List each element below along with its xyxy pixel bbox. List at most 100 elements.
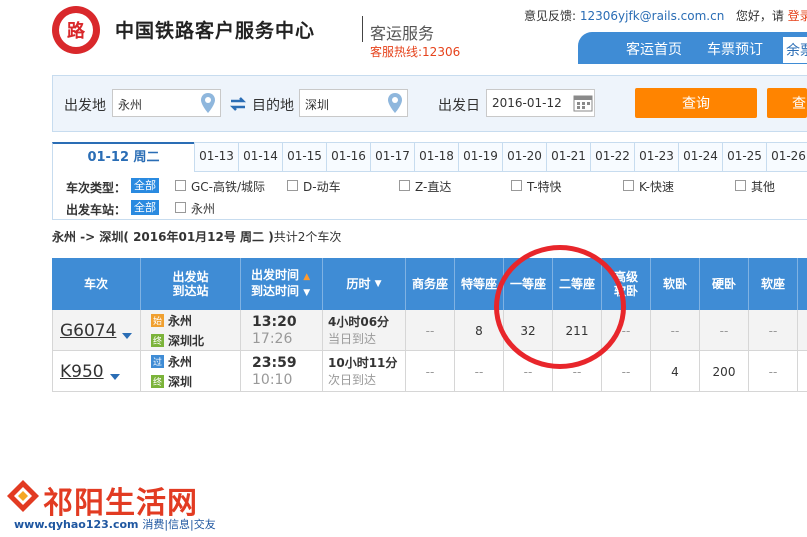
duration: 4小时06分 <box>328 314 390 329</box>
result-summary: 永州 -> 深圳( 2016年01月12号 周二 )共计2个车次 <box>52 228 341 245</box>
train-number-link[interactable]: G6074 <box>60 321 116 341</box>
site-name: 中国铁路客户服务中心 <box>115 20 316 42</box>
seat-soft-sleeper[interactable]: 4 <box>651 351 700 392</box>
date-tab[interactable]: 01-16 <box>326 143 370 171</box>
date-tab[interactable]: 01-19 <box>458 143 502 171</box>
col-from-station: 出发站 <box>172 270 209 284</box>
location-pin-icon[interactable] <box>388 93 402 113</box>
station-type-tag: 终 <box>151 375 164 388</box>
main-nav <box>578 32 807 64</box>
station-all[interactable]: 全部 <box>131 200 159 215</box>
feedback-label: 意见反馈: <box>524 9 577 23</box>
train-cell: G6074 <box>52 310 141 351</box>
duration: 10小时11分 <box>328 355 398 370</box>
sort-down-icon[interactable]: ▼ <box>375 277 382 291</box>
seat-premium: -- <box>602 351 651 392</box>
sort-down-icon[interactable]: ▼ <box>303 288 310 298</box>
summary-route: 永州 -> 深圳 <box>52 230 124 244</box>
col-to-station: 到达站 <box>172 284 209 298</box>
date-label: 出发日 <box>438 98 480 114</box>
train-type-checkbox[interactable] <box>735 180 746 191</box>
depart-time: 23:59 <box>252 354 297 371</box>
col-duration[interactable]: 历时 ▼ <box>323 258 406 310</box>
nav-remaining-tickets[interactable]: 余票 <box>783 37 807 63</box>
train-number-link[interactable]: K950 <box>60 362 104 382</box>
col-stations: 出发站 到达站 <box>141 258 241 310</box>
col-times[interactable]: 出发时间 ▲ 到达时间 ▼ <box>241 258 323 310</box>
time-cell: 23:59 10:10 <box>241 351 323 392</box>
train-type-all[interactable]: 全部 <box>131 178 159 193</box>
highlight-circle <box>494 245 626 369</box>
to-station-value: 深圳 <box>305 98 330 112</box>
date-tab[interactable]: 01-14 <box>238 143 282 171</box>
calendar-icon[interactable] <box>573 93 593 112</box>
station-type-tag: 过 <box>151 355 164 368</box>
nav-booking[interactable]: 车票预订 <box>707 39 763 59</box>
watermark-url: www.qyhao123.com 消费|信息|交友 <box>14 518 216 531</box>
seat-special: -- <box>455 351 504 392</box>
summary-count: 共计2个车次 <box>273 230 342 244</box>
to-station: 深圳 <box>168 375 193 389</box>
query-button[interactable]: 查询 <box>635 88 757 118</box>
expand-caret-icon[interactable] <box>122 332 133 339</box>
seat-soft-seat: -- <box>749 351 798 392</box>
date-tab[interactable]: 01-18 <box>414 143 458 171</box>
greeting: 您好，请 <box>735 9 784 23</box>
train-type-checkbox[interactable] <box>623 180 634 191</box>
date-tab[interactable]: 01-13 <box>194 143 238 171</box>
col-soft-sleeper: 软卧 <box>651 258 700 310</box>
from-station-value: 永州 <box>118 98 143 112</box>
to-label: 目的地 <box>252 98 294 114</box>
date-tab[interactable]: 01-23 <box>634 143 678 171</box>
location-pin-icon[interactable] <box>201 93 215 113</box>
date-tab[interactable]: 01-25 <box>722 143 766 171</box>
station-option-label: 永州 <box>191 202 216 216</box>
arrival-day: 次日到达 <box>328 372 377 387</box>
train-type-label: 车次类型： <box>66 181 127 195</box>
depart-time: 13:20 <box>252 313 297 330</box>
feedback-email-link[interactable]: 12306yjfk@rails.com.cn <box>580 9 724 23</box>
seat-soft-seat: -- <box>749 310 798 351</box>
section-title: 客运服务 <box>370 24 435 43</box>
login-link[interactable]: 登录 <box>788 9 807 23</box>
date-tab[interactable]: 01-20 <box>502 143 546 171</box>
railway-logo: 路 <box>52 6 100 54</box>
train-type-label: D-动车 <box>303 180 341 194</box>
station-checkbox[interactable] <box>175 202 186 213</box>
date-tab[interactable]: 01-26 <box>766 143 807 171</box>
expand-caret-icon[interactable] <box>109 373 120 380</box>
station-type-tag: 终 <box>151 334 164 347</box>
arrive-time: 17:26 <box>252 330 293 347</box>
seat-business: -- <box>406 310 455 351</box>
train-type-label: Z-直达 <box>415 180 452 194</box>
train-type-checkbox[interactable] <box>175 180 186 191</box>
swap-stations-icon[interactable] <box>229 96 247 112</box>
train-cell: K950 <box>52 351 141 392</box>
col-overflow <box>798 258 807 310</box>
duration-cell: 10小时11分 次日到达 <box>323 351 406 392</box>
date-tab[interactable]: 01-15 <box>282 143 326 171</box>
header-links: 意见反馈: 12306yjfk@rails.com.cn 您好，请 登录 <box>524 7 807 24</box>
sort-up-icon[interactable]: ▲ <box>303 272 310 282</box>
nav-home[interactable]: 客运首页 <box>626 39 682 59</box>
train-type-checkbox[interactable] <box>287 180 298 191</box>
from-station: 永州 <box>168 314 193 328</box>
date-tab-active[interactable]: 01-12 周二 <box>52 142 194 172</box>
duration-cell: 4小时06分 当日到达 <box>323 310 406 351</box>
time-cell: 13:20 17:26 <box>241 310 323 351</box>
train-type-checkbox[interactable] <box>511 180 522 191</box>
date-tab[interactable]: 01-17 <box>370 143 414 171</box>
seat-hard-sleeper[interactable]: 200 <box>700 351 749 392</box>
departure-station-label: 出发车站： <box>66 203 127 217</box>
col-business: 商务座 <box>406 258 455 310</box>
date-tab[interactable]: 01-22 <box>590 143 634 171</box>
query-button-2[interactable]: 查 <box>767 88 807 118</box>
from-station: 永州 <box>168 355 193 369</box>
seat-business: -- <box>406 351 455 392</box>
col-soft-seat: 软座 <box>749 258 798 310</box>
train-type-checkbox[interactable] <box>399 180 410 191</box>
date-tab[interactable]: 01-21 <box>546 143 590 171</box>
train-type-label: GC-高铁/城际 <box>191 180 266 194</box>
date-tab[interactable]: 01-24 <box>678 143 722 171</box>
train-type-label: T-特快 <box>527 180 562 194</box>
